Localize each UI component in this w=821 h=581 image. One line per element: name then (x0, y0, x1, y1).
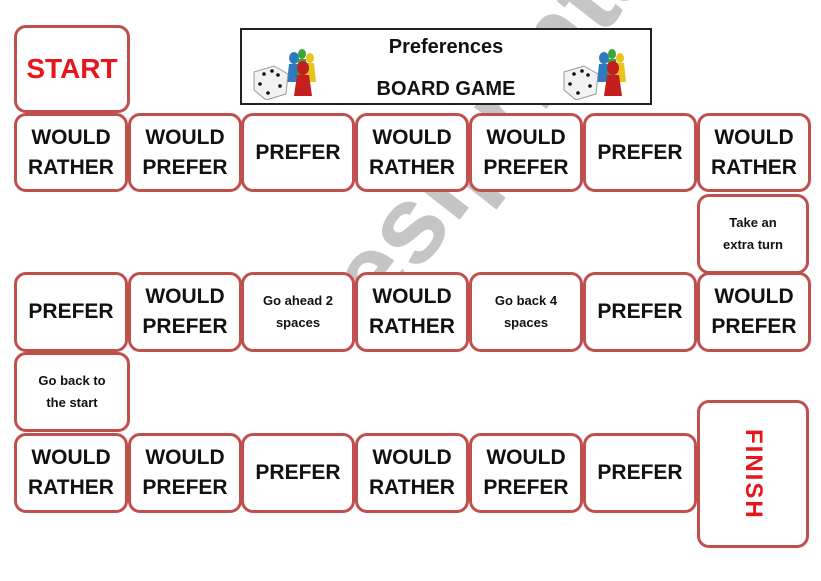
space-text-line: Go back 4 (494, 293, 558, 308)
board-space: WOULD PREFER (697, 272, 811, 352)
space-text-line: WOULD (31, 446, 111, 469)
space-text-line: Go back to (38, 373, 106, 388)
space-text-line: WOULD (372, 446, 452, 469)
dice-and-pawns-icon (563, 49, 626, 100)
finish-space: FINISH (697, 400, 809, 548)
title-banner: Preferences BOARD GAME (240, 28, 652, 105)
board-space: PREFER (14, 272, 128, 352)
board-space: WOULD PREFER (128, 433, 242, 513)
space-text-line: Go ahead 2 (262, 293, 334, 308)
board-space: WOULD PREFER (128, 272, 242, 352)
board-space: WOULD RATHER (355, 113, 469, 192)
board-space: Go back 4 spaces (469, 272, 583, 352)
board-space: PREFER (583, 113, 697, 192)
board-space: Go ahead 2 spaces (241, 272, 355, 352)
space-text-line: PREFER (142, 476, 228, 499)
space-text-line: WOULD (145, 285, 225, 308)
board-space: PREFER (241, 433, 355, 513)
start-space: START (14, 25, 130, 113)
space-text-line: WOULD (145, 125, 225, 149)
board-space: PREFER (583, 433, 697, 513)
board-space: WOULD RATHER (14, 113, 128, 192)
board-space: WOULD RATHER (355, 433, 469, 513)
board-space: WOULD RATHER (14, 433, 128, 513)
space-text-line: WOULD (145, 446, 225, 469)
finish-label: FINISH (740, 428, 767, 520)
space-text-line: PREFER (597, 140, 683, 164)
space-text-line: PREFER (483, 476, 569, 499)
action-space-extra-turn: Take an extra turn (697, 194, 809, 274)
board-space: WOULD PREFER (469, 433, 583, 513)
space-text-line: WOULD (31, 125, 111, 149)
space-text-line: RATHER (711, 155, 797, 179)
space-text-line: RATHER (369, 476, 455, 499)
space-text-line: PREFER (142, 155, 228, 179)
board-space: PREFER (583, 272, 697, 352)
space-text-line: PREFER (597, 300, 683, 323)
space-text-line: WOULD (372, 285, 452, 308)
space-text-line: PREFER (255, 140, 341, 164)
space-text-line: the start (46, 395, 98, 410)
space-text-line: PREFER (711, 315, 797, 338)
space-text-line: PREFER (142, 315, 228, 338)
space-text-line: WOULD (486, 125, 566, 149)
board-space: PREFER (241, 113, 355, 192)
space-text-line: WOULD (714, 125, 794, 149)
space-text-line: RATHER (369, 155, 455, 179)
space-text-line: PREFER (28, 300, 114, 323)
space-text-line: RATHER (369, 315, 455, 338)
action-space-back-to-start: Go back to the start (14, 352, 130, 432)
space-text-line: spaces (503, 315, 549, 330)
space-text-line: PREFER (483, 155, 569, 179)
start-label: START (26, 53, 118, 84)
space-text-line: WOULD (486, 446, 566, 469)
board-space: WOULD PREFER (469, 113, 583, 192)
board-space: WOULD RATHER (355, 272, 469, 352)
space-text-line: extra turn (723, 237, 783, 252)
space-text-line: spaces (275, 315, 321, 330)
space-text-line: WOULD (372, 125, 452, 149)
space-text-line: RATHER (28, 476, 114, 499)
space-text-line: PREFER (255, 461, 341, 484)
space-text-line: WOULD (714, 285, 794, 308)
space-text-line: PREFER (597, 461, 683, 484)
space-text-line: RATHER (28, 155, 114, 179)
space-text-line: Take an (729, 215, 777, 230)
board-space: WOULD RATHER (697, 113, 811, 192)
board-space: WOULD PREFER (128, 113, 242, 192)
